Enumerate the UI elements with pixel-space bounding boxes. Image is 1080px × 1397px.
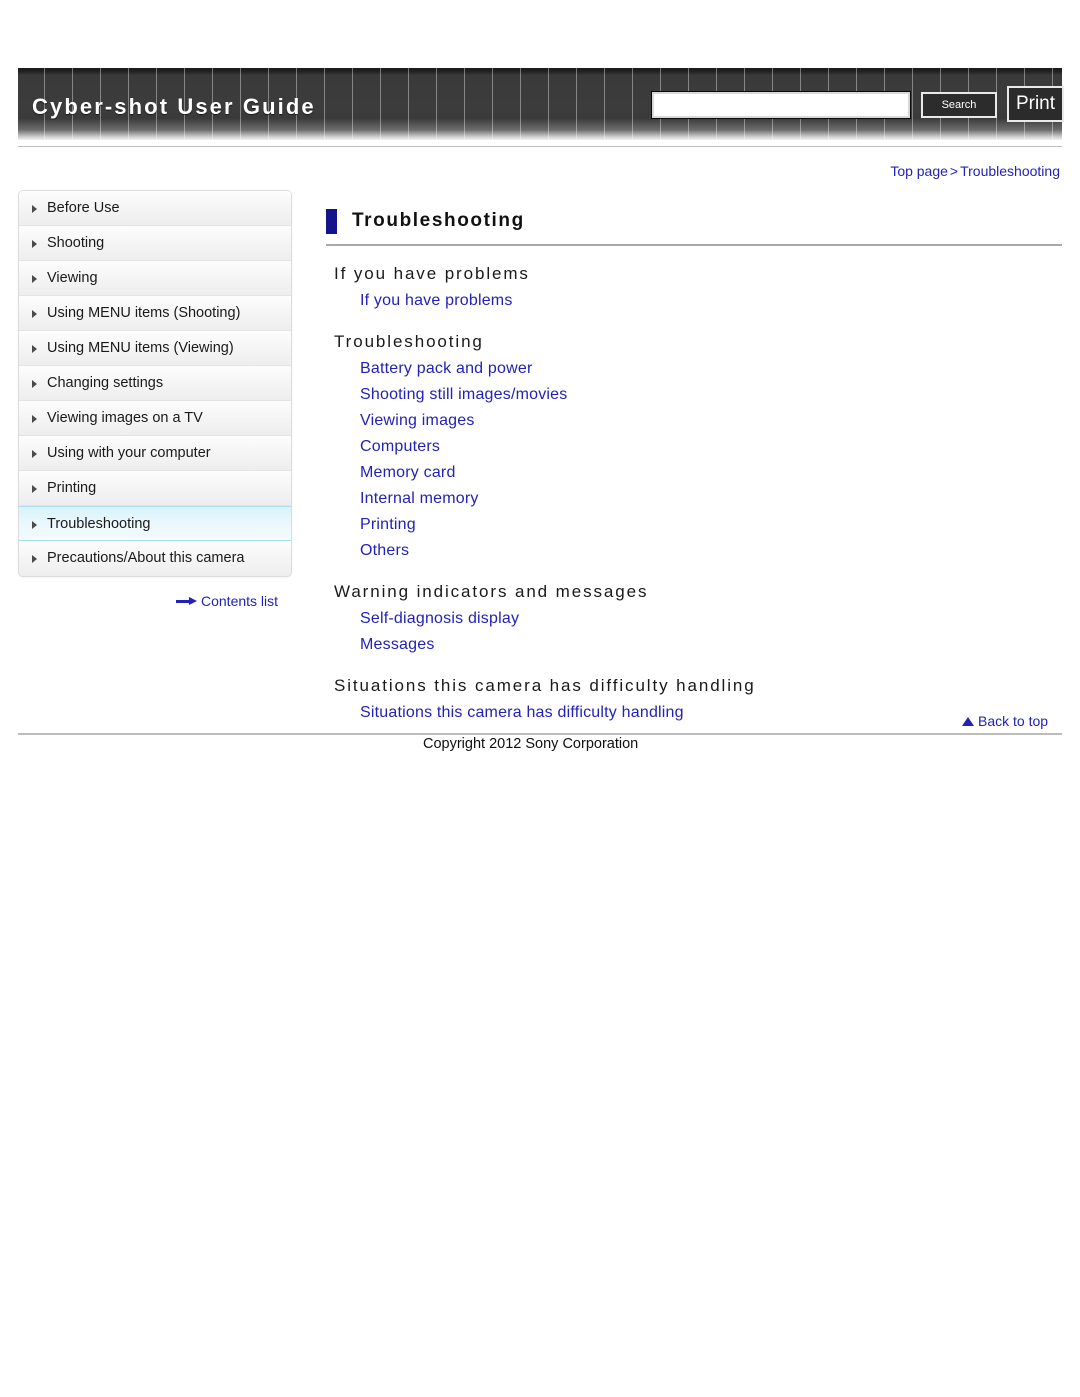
sidebar-item-label: Viewing: [47, 270, 98, 286]
section-link[interactable]: Messages: [360, 632, 435, 658]
section-link[interactable]: Computers: [360, 434, 440, 460]
list-item: Battery pack and power: [360, 356, 1062, 382]
footer-divider: [18, 733, 1062, 735]
triangle-up-icon: [962, 717, 974, 726]
sidebar-nav: Before Use Shooting Viewing Using MENU item…: [18, 190, 292, 577]
section-link-list: If you have problems: [326, 288, 1062, 314]
section-link[interactable]: Shooting still images/movies: [360, 382, 567, 408]
sidebar-item-label: Printing: [47, 480, 97, 496]
content-section: If you have problems If you have problems: [326, 260, 1062, 314]
section-link-list: Situations this camera has difficulty ha…: [326, 700, 1062, 726]
sidebar-item-using-with-your-computer[interactable]: Using with your computer: [19, 436, 291, 471]
list-item: Others: [360, 538, 1062, 564]
list-item: If you have problems: [360, 288, 1062, 314]
sidebar-item-viewing[interactable]: Viewing: [19, 261, 291, 296]
breadcrumb: Top page > Troubleshooting: [890, 163, 1060, 179]
section-link[interactable]: Printing: [360, 512, 416, 538]
list-item: Shooting still images/movies: [360, 382, 1062, 408]
sidebar-item-label: Changing settings: [47, 375, 164, 391]
list-item: Computers: [360, 434, 1062, 460]
header-divider: [18, 146, 1062, 147]
section-link[interactable]: Self-diagnosis display: [360, 606, 519, 632]
list-item: Messages: [360, 632, 1062, 658]
breadcrumb-current[interactable]: Troubleshooting: [960, 163, 1060, 179]
page-title-block: Troubleshooting: [326, 208, 1062, 246]
print-button[interactable]: Print: [1007, 86, 1064, 122]
sidebar-item-viewing-images-on-a-tv[interactable]: Viewing images on a TV: [19, 401, 291, 436]
sidebar-item-troubleshooting[interactable]: Troubleshooting: [19, 506, 291, 541]
content-section: Situations this camera has difficulty ha…: [326, 672, 1062, 726]
site-header: Cyber-shot User Guide Search Print: [18, 68, 1064, 140]
search-button[interactable]: Search: [921, 92, 997, 118]
sidebar-item-using-menu-items-viewing[interactable]: Using MENU items (Viewing): [19, 331, 291, 366]
section-link[interactable]: Memory card: [360, 460, 456, 486]
copyright-text: Copyright 2012 Sony Corporation: [423, 736, 639, 752]
list-item: Situations this camera has difficulty ha…: [360, 700, 1062, 726]
section-link[interactable]: Viewing images: [360, 408, 475, 434]
section-link[interactable]: Situations this camera has difficulty ha…: [360, 700, 684, 726]
section-link[interactable]: Internal memory: [360, 486, 479, 512]
sidebar-item-label: Using with your computer: [47, 445, 211, 461]
back-to-top-link[interactable]: Back to top: [962, 713, 1048, 729]
sidebar-item-shooting[interactable]: Shooting: [19, 226, 291, 261]
sidebar-item-label: Troubleshooting: [47, 516, 151, 532]
sidebar-item-label: Shooting: [47, 235, 105, 251]
search-input[interactable]: [651, 91, 911, 119]
section-link-list: Battery pack and power Shooting still ima…: [326, 356, 1062, 564]
section-heading: Troubleshooting: [334, 332, 484, 351]
sidebar-item-label: Using MENU items (Shooting): [47, 305, 241, 321]
main-content: Troubleshooting If you have problems If y…: [326, 208, 1062, 726]
sidebar-item-label: Using MENU items (Viewing): [47, 340, 234, 356]
content-section: Troubleshooting Battery pack and power Sho…: [326, 328, 1062, 564]
list-item: Printing: [360, 512, 1062, 538]
list-item: Internal memory: [360, 486, 1062, 512]
breadcrumb-top-page[interactable]: Top page: [890, 163, 948, 179]
sidebar-item-label: Viewing images on a TV: [47, 410, 203, 426]
sidebar-item-label: Before Use: [47, 200, 120, 216]
section-link[interactable]: If you have problems: [360, 288, 513, 314]
section-list: If you have problems If you have problems…: [326, 260, 1062, 726]
section-link[interactable]: Others: [360, 538, 409, 564]
section-heading: Situations this camera has difficulty ha…: [334, 676, 756, 695]
sidebar-item-changing-settings[interactable]: Changing settings: [19, 366, 291, 401]
breadcrumb-separator: >: [949, 163, 959, 179]
sidebar-item-before-use[interactable]: Before Use: [19, 191, 291, 226]
section-heading: If you have problems: [334, 264, 530, 283]
contents-list-link[interactable]: Contents list: [176, 593, 278, 609]
list-item: Viewing images: [360, 408, 1062, 434]
site-title: Cyber-shot User Guide: [32, 94, 316, 119]
section-link-list: Self-diagnosis display Messages: [326, 606, 1062, 658]
list-item: Self-diagnosis display: [360, 606, 1062, 632]
sidebar-item-printing[interactable]: Printing: [19, 471, 291, 506]
content-section: Warning indicators and messages Self-diag…: [326, 578, 1062, 658]
page-title: Troubleshooting: [352, 210, 525, 231]
sidebar-item-using-menu-items-shooting[interactable]: Using MENU items (Shooting): [19, 296, 291, 331]
section-heading: Warning indicators and messages: [334, 582, 649, 601]
list-item: Memory card: [360, 460, 1062, 486]
contents-list-label: Contents list: [201, 593, 279, 609]
section-link[interactable]: Battery pack and power: [360, 356, 533, 382]
sidebar-item-precautions-about-this-camera[interactable]: Precautions/About this camera: [19, 541, 291, 576]
back-to-top-label: Back to top: [978, 713, 1049, 729]
sidebar-item-label: Precautions/About this camera: [47, 550, 245, 566]
arrow-right-icon: [176, 597, 198, 605]
